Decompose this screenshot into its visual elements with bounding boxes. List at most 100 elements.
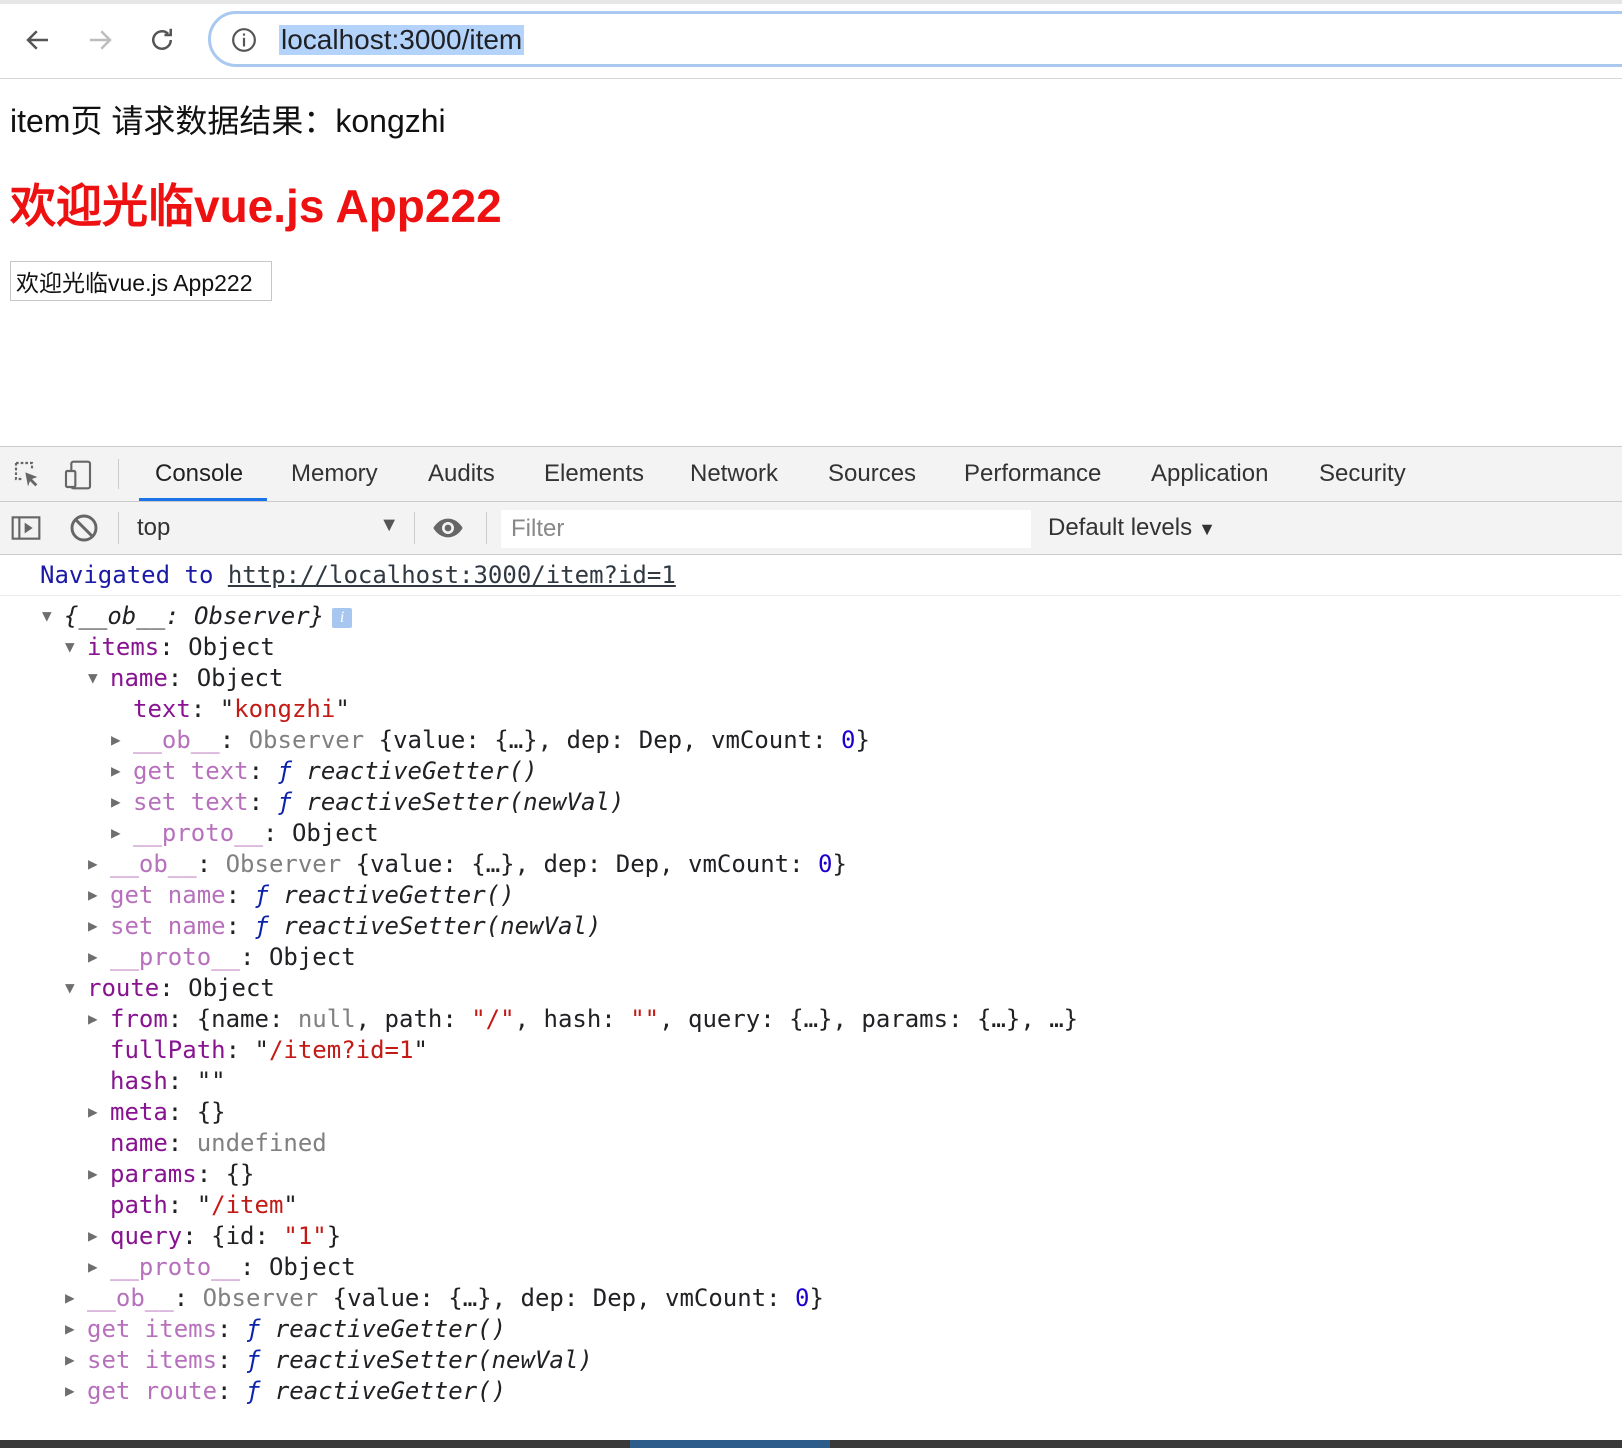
- url-text[interactable]: localhost:3000/item: [279, 25, 525, 55]
- sidebar-toggle-icon[interactable]: [10, 512, 42, 544]
- collapsed-triangle-icon[interactable]: ▶: [88, 942, 102, 972]
- collapsed-triangle-icon[interactable]: ▶: [88, 911, 102, 941]
- console-tree-text: name: Object: [110, 663, 283, 693]
- console-tree-text: meta: {}: [110, 1097, 226, 1127]
- console-tree-row[interactable]: ▶ __ob__: Observer {value: {…}, dep: Dep,…: [65, 1283, 824, 1313]
- console-token: }: [326, 1222, 342, 1250]
- console-token: ƒ: [254, 912, 269, 940]
- console-token: ": [413, 1036, 428, 1064]
- nav-url-link[interactable]: http://localhost:3000/item?id=1: [228, 561, 676, 589]
- collapsed-triangle-icon[interactable]: ▶: [88, 1252, 102, 1282]
- console-tree-row: fullPath: "/item?id=1": [88, 1035, 428, 1065]
- console-tree-row[interactable]: ▶ get name: ƒ reactiveGetter(): [88, 880, 515, 910]
- tab-audits[interactable]: Audits: [428, 447, 495, 501]
- taskbar-strip: [0, 1440, 1622, 1448]
- console-tree-text: __ob__: Observer {value: {…}, dep: Dep, …: [110, 849, 847, 879]
- console-token: ": [283, 1191, 298, 1219]
- collapsed-triangle-icon[interactable]: ▶: [111, 756, 125, 786]
- tab-sources[interactable]: Sources: [828, 447, 916, 501]
- filter-input[interactable]: [501, 510, 1031, 548]
- collapsed-triangle-icon[interactable]: ▶: [88, 1221, 102, 1251]
- console-token: /item: [211, 1191, 284, 1219]
- expanded-triangle-icon[interactable]: ▼: [65, 632, 79, 662]
- console-token: {__ob__: Observer}: [64, 602, 325, 630]
- reload-button[interactable]: [142, 20, 182, 60]
- console-tree-text: __proto__: Object: [133, 818, 379, 848]
- console-token: __proto__: [110, 1253, 241, 1281]
- console-tree-row[interactable]: ▶ get items: ƒ reactiveGetter(): [65, 1314, 506, 1344]
- console-tree-row[interactable]: ▼ items: Object: [65, 632, 275, 662]
- info-circle-icon[interactable]: [231, 27, 257, 53]
- back-button[interactable]: [18, 20, 58, 60]
- console-output: Navigated to http://localhost:3000/item?…: [0, 555, 1622, 1449]
- tab-console[interactable]: Console: [138, 447, 268, 501]
- console-tree-row: name: undefined: [88, 1128, 327, 1158]
- expanded-triangle-icon[interactable]: ▼: [42, 601, 56, 631]
- console-tree-row[interactable]: ▶ __ob__: Observer {value: {…}, dep: Dep,…: [111, 725, 870, 755]
- console-token: {value: {…}, dep: Dep, vmCount:: [378, 726, 842, 754]
- caret-down-icon: ▼: [1198, 519, 1216, 539]
- console-tree-row[interactable]: ▶ from: {name: null, path: "/", hash: "",…: [88, 1004, 1078, 1034]
- console-tree-row[interactable]: ▶ __ob__: Observer {value: {…}, dep: Dep,…: [88, 849, 847, 879]
- console-tree-row[interactable]: ▶ set text: ƒ reactiveSetter(newVal): [111, 787, 624, 817]
- console-tree-row[interactable]: ▶ set name: ƒ reactiveSetter(newVal): [88, 911, 601, 941]
- console-tree-text: route: Object: [87, 973, 275, 1003]
- console-token: reactiveSetter(newVal): [291, 788, 625, 816]
- tab-security[interactable]: Security: [1319, 447, 1406, 501]
- console-tree-row[interactable]: ▶ get text: ƒ reactiveGetter(): [111, 756, 538, 786]
- tab-performance[interactable]: Performance: [964, 447, 1101, 501]
- address-bar[interactable]: localhost:3000/item: [208, 11, 1622, 67]
- console-token: ƒ: [254, 881, 269, 909]
- eye-icon[interactable]: [432, 512, 464, 544]
- console-tree-row[interactable]: ▶ __proto__: Object: [111, 818, 379, 848]
- collapsed-triangle-icon[interactable]: ▶: [88, 1004, 102, 1034]
- console-tree-row[interactable]: ▶ set items: ƒ reactiveSetter(newVal): [65, 1345, 593, 1375]
- console-tree-row[interactable]: ▶ meta: {}: [88, 1097, 226, 1127]
- collapsed-triangle-icon[interactable]: ▶: [88, 1159, 102, 1189]
- console-tree-row[interactable]: ▶ query: {id: "1"}: [88, 1221, 341, 1251]
- inspect-element-icon[interactable]: [12, 459, 44, 491]
- collapsed-triangle-icon[interactable]: ▶: [65, 1345, 79, 1375]
- forward-button[interactable]: [80, 20, 120, 60]
- collapsed-triangle-icon[interactable]: ▶: [65, 1314, 79, 1344]
- console-tree-row[interactable]: ▼ route: Object: [65, 973, 275, 1003]
- collapsed-triangle-icon[interactable]: ▶: [88, 880, 102, 910]
- log-levels-dropdown[interactable]: Default levels ▼: [1048, 514, 1216, 542]
- console-tree-text: items: Object: [87, 632, 275, 662]
- collapsed-triangle-icon[interactable]: ▶: [88, 849, 102, 879]
- expanded-triangle-icon[interactable]: ▼: [65, 973, 79, 1003]
- console-tree-row: hash: "": [88, 1066, 226, 1096]
- collapsed-triangle-icon[interactable]: ▶: [88, 1097, 102, 1127]
- console-tree-text: set items: ƒ reactiveSetter(newVal): [87, 1345, 593, 1375]
- console-token: }: [832, 850, 847, 878]
- console-filter-bar: top ▼ Default levels▼: [0, 502, 1622, 555]
- console-tree-row[interactable]: ▶ __proto__: Object: [88, 1252, 356, 1282]
- device-toolbar-icon[interactable]: [62, 459, 94, 491]
- taskbar-segment: [630, 1440, 830, 1448]
- console-tree-row[interactable]: ▼ {__ob__: Observer} i: [42, 601, 353, 631]
- console-tree-row[interactable]: ▶ __proto__: Object: [88, 942, 356, 972]
- collapsed-triangle-icon[interactable]: ▶: [65, 1283, 79, 1313]
- console-token: get text: [133, 757, 249, 785]
- tab-network[interactable]: Network: [690, 447, 778, 501]
- console-token: ƒ: [245, 1346, 261, 1374]
- info-badge-icon[interactable]: i: [332, 608, 353, 628]
- collapsed-triangle-icon[interactable]: ▶: [111, 787, 125, 817]
- tab-elements[interactable]: Elements: [544, 447, 644, 501]
- console-token: :: [225, 881, 255, 909]
- expanded-triangle-icon[interactable]: ▼: [88, 663, 102, 693]
- clear-console-icon[interactable]: [68, 512, 100, 544]
- console-tree-row[interactable]: ▶ get route: ƒ reactiveGetter(): [65, 1376, 506, 1406]
- console-token: "1": [283, 1222, 327, 1250]
- console-token: undefined: [196, 1129, 327, 1157]
- welcome-input[interactable]: [10, 261, 272, 301]
- tab-memory[interactable]: Memory: [291, 447, 378, 501]
- console-tree-row[interactable]: ▶ params: {}: [88, 1159, 255, 1189]
- collapsed-triangle-icon[interactable]: ▶: [111, 725, 125, 755]
- context-selector[interactable]: top ▼: [137, 512, 399, 544]
- tab-application[interactable]: Application: [1151, 447, 1268, 501]
- collapsed-triangle-icon[interactable]: ▶: [65, 1376, 79, 1406]
- collapsed-triangle-icon[interactable]: ▶: [111, 818, 125, 848]
- console-token: :: [219, 726, 249, 754]
- console-tree-row[interactable]: ▼ name: Object: [88, 663, 283, 693]
